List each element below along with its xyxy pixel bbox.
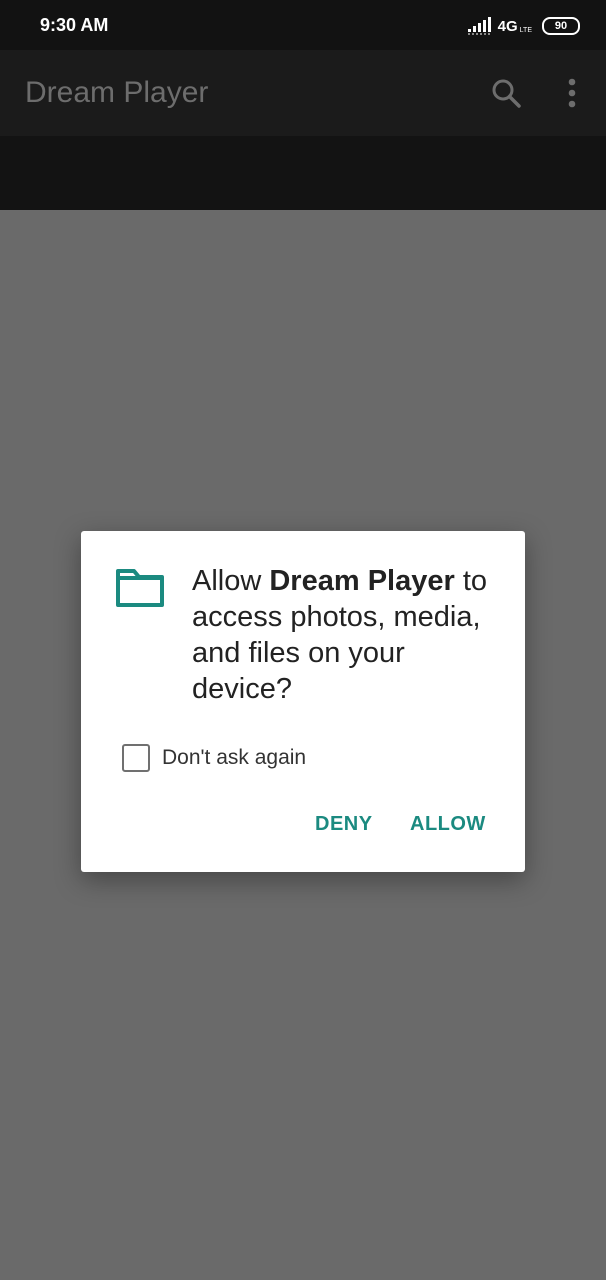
app-bar: Dream Player <box>0 50 606 136</box>
network-type: 4G <box>497 17 518 35</box>
folder-icon <box>116 569 164 607</box>
more-vert-icon <box>568 78 576 108</box>
dialog-message: Allow Dream Player to access photos, med… <box>192 563 512 707</box>
app-name: Dream Player <box>269 565 455 597</box>
screen: 9:30 AM 4G LTE 90 Dream Player Allow Dre… <box>0 0 606 1280</box>
network-subtype: LTE <box>519 26 532 34</box>
battery-icon: 90 <box>542 17 580 35</box>
message-prefix: Allow <box>192 565 270 597</box>
dont-ask-again-label[interactable]: Don't ask again <box>162 746 306 770</box>
search-icon <box>492 79 521 108</box>
deny-button[interactable]: DENY <box>315 813 373 836</box>
dont-ask-again-checkbox[interactable] <box>122 744 150 772</box>
status-time: 9:30 AM <box>40 15 109 35</box>
permission-dialog: Allow Dream Player to access photos, med… <box>81 531 525 872</box>
search-button[interactable] <box>488 76 524 112</box>
status-indicators: 4G LTE 90 <box>467 16 580 36</box>
dont-ask-again-row[interactable]: Don't ask again <box>122 744 306 772</box>
more-options-button[interactable] <box>556 76 588 112</box>
battery-level: 90 <box>554 20 568 32</box>
toolbar-strip <box>0 136 606 210</box>
status-bar: 9:30 AM 4G LTE 90 <box>0 0 606 50</box>
allow-button[interactable]: ALLOW <box>410 813 486 836</box>
signal-icon <box>467 17 491 35</box>
app-title: Dream Player <box>25 76 209 109</box>
